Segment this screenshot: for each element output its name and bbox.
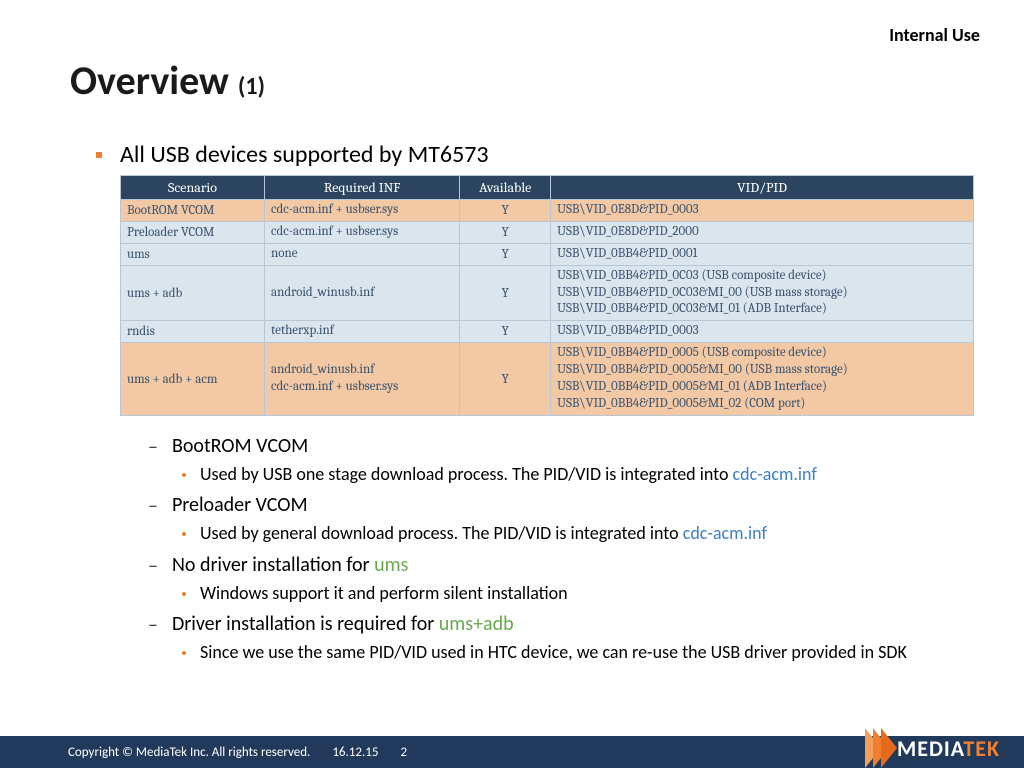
cell-vidpid: USB\VID_0BB4&PID_0003 xyxy=(551,321,974,343)
dot-item: Since we use the same PID/VID used in HT… xyxy=(182,641,976,664)
table-row: ums + adbandroid_winusb.infYUSB\VID_0BB4… xyxy=(121,265,974,321)
sublist: –BootROM VCOMUsed by USB one stage downl… xyxy=(148,434,976,664)
footer-bar: Copyright © MediaTek Inc. All rights res… xyxy=(0,736,1024,768)
cell-scenario: ums + adb xyxy=(121,265,265,321)
footer-copyright: Copyright © MediaTek Inc. All rights res… xyxy=(68,745,310,760)
logo-text-2: TEK xyxy=(963,735,1000,762)
square-bullet-icon xyxy=(96,152,102,158)
slide-title: Overview (1) xyxy=(70,56,265,105)
classification-label: Internal Use xyxy=(889,24,980,46)
logo: MEDIATEK xyxy=(865,728,1024,768)
dash-text: No driver installation for ums xyxy=(172,553,408,577)
dot-text: Since we use the same PID/VID used in HT… xyxy=(200,641,907,664)
cell-scenario: ums + adb + acm xyxy=(121,343,265,416)
cell-vidpid: USB\VID_0BB4&PID_0001 xyxy=(551,243,974,265)
dot-text: Used by general download process. The PI… xyxy=(200,522,767,545)
table-header: Required INF xyxy=(265,176,460,200)
footer-page-number: 2 xyxy=(400,745,407,760)
cell-scenario: BootROM VCOM xyxy=(121,200,265,222)
dash-text: Driver installation is required for ums+… xyxy=(172,612,514,636)
cell-available: Y xyxy=(460,265,551,321)
table-row: rndistetherxp.infYUSB\VID_0BB4&PID_0003 xyxy=(121,321,974,343)
dot-bullet-icon xyxy=(182,473,186,477)
logo-text: MEDIATEK xyxy=(897,735,1000,762)
cell-inf: android_winusb.inf xyxy=(265,265,460,321)
title-sub: (1) xyxy=(238,72,265,101)
dash-icon: – xyxy=(148,435,158,459)
main-bullet-text: All USB devices supported by MT6573 xyxy=(120,140,489,169)
table-header: VID/PID xyxy=(551,176,974,200)
dash-text: BootROM VCOM xyxy=(172,434,308,458)
cell-inf: android_winusb.infcdc-acm.inf + usbser.s… xyxy=(265,343,460,416)
dash-item: –Preloader VCOM xyxy=(148,493,976,518)
cell-inf: cdc-acm.inf + usbser.sys xyxy=(265,221,460,243)
dot-text: Windows support it and perform silent in… xyxy=(200,582,568,605)
dash-icon: – xyxy=(148,613,158,637)
cell-scenario: rndis xyxy=(121,321,265,343)
cell-vidpid: USB\VID_0BB4&PID_0C03 (USB composite dev… xyxy=(551,265,974,321)
table-row: Preloader VCOMcdc-acm.inf + usbser.sysYU… xyxy=(121,221,974,243)
table-row: BootROM VCOMcdc-acm.inf + usbser.sysYUSB… xyxy=(121,200,974,222)
dash-item: –Driver installation is required for ums… xyxy=(148,612,976,637)
table-header: Scenario xyxy=(121,176,265,200)
footer-date: 16.12.15 xyxy=(332,745,378,760)
cell-available: Y xyxy=(460,200,551,222)
dot-bullet-icon xyxy=(182,592,186,596)
title-main: Overview xyxy=(70,56,238,105)
cell-scenario: ums xyxy=(121,243,265,265)
cell-available: Y xyxy=(460,221,551,243)
cell-inf: tetherxp.inf xyxy=(265,321,460,343)
cell-available: Y xyxy=(460,321,551,343)
cell-vidpid: USB\VID_0E8D&PID_0003 xyxy=(551,200,974,222)
dash-text: Preloader VCOM xyxy=(172,493,308,517)
dot-item: Windows support it and perform silent in… xyxy=(182,582,976,605)
cell-available: Y xyxy=(460,343,551,416)
cell-scenario: Preloader VCOM xyxy=(121,221,265,243)
dot-bullet-icon xyxy=(182,532,186,536)
dash-icon: – xyxy=(148,554,158,578)
content-area: All USB devices supported by MT6573 Scen… xyxy=(96,140,976,664)
dash-item: –No driver installation for ums xyxy=(148,553,976,578)
cell-vidpid: USB\VID_0E8D&PID_2000 xyxy=(551,221,974,243)
device-table: ScenarioRequired INFAvailableVID/PID Boo… xyxy=(120,175,974,416)
cell-available: Y xyxy=(460,243,551,265)
dot-bullet-icon xyxy=(182,651,186,655)
dash-icon: – xyxy=(148,494,158,518)
cell-inf: none xyxy=(265,243,460,265)
cell-inf: cdc-acm.inf + usbser.sys xyxy=(265,200,460,222)
main-bullet-row: All USB devices supported by MT6573 xyxy=(96,140,976,169)
dot-item: Used by general download process. The PI… xyxy=(182,522,976,545)
logo-text-1: MEDIA xyxy=(897,735,963,762)
logo-chevrons-icon xyxy=(865,728,889,768)
table-row: ums + adb + acmandroid_winusb.infcdc-acm… xyxy=(121,343,974,416)
table-row: umsnoneYUSB\VID_0BB4&PID_0001 xyxy=(121,243,974,265)
dot-item: Used by USB one stage download process. … xyxy=(182,463,976,486)
cell-vidpid: USB\VID_0BB4&PID_0005 (USB composite dev… xyxy=(551,343,974,416)
dot-text: Used by USB one stage download process. … xyxy=(200,463,817,486)
dash-item: –BootROM VCOM xyxy=(148,434,976,459)
table-header: Available xyxy=(460,176,551,200)
